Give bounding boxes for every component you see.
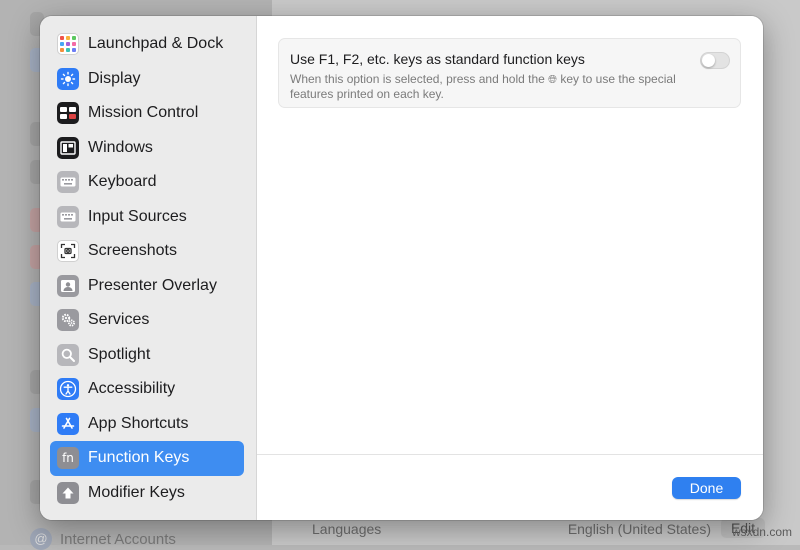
footer-divider: [257, 454, 763, 455]
accessibility-icon: [57, 378, 79, 401]
sidebar-item-label: Spotlight: [88, 345, 151, 363]
sidebar-item-label: Windows: [88, 138, 153, 156]
launchpad-icon: [57, 33, 79, 56]
option-description-part1: When this option is selected, press and …: [290, 72, 545, 86]
presenter-overlay-icon: [57, 274, 79, 297]
shortcuts-category-list: Launchpad & Dock Display Mission Control…: [50, 27, 244, 510]
languages-value: English (United States): [567, 521, 711, 537]
shortcuts-sidebar: Launchpad & Dock Display Mission Control…: [40, 16, 257, 520]
globe-icon: 🌐︎: [548, 73, 557, 86]
fn-key-icon: fn: [57, 447, 79, 470]
app-store-icon: [57, 412, 79, 435]
sidebar-item-spotlight[interactable]: Spotlight: [50, 338, 244, 373]
keyboard-shortcuts-sheet: Launchpad & Dock Display Mission Control…: [40, 16, 763, 520]
sidebar-item-accessibility[interactable]: Accessibility: [50, 372, 244, 407]
sidebar-item-label: Modifier Keys: [88, 483, 185, 501]
at-sign-icon: @: [30, 528, 52, 550]
sidebar-item-label: Display: [88, 69, 141, 87]
sidebar-item-display[interactable]: Display: [50, 62, 244, 97]
background-internet-accounts: @ Internet Accounts: [30, 528, 176, 550]
sidebar-item-label: Launchpad & Dock: [88, 35, 224, 53]
sidebar-item-label: Screenshots: [88, 242, 177, 260]
sidebar-item-label: App Shortcuts: [88, 414, 189, 432]
sidebar-item-label: Mission Control: [88, 104, 199, 122]
toggle-knob: [702, 54, 715, 67]
display-brightness-icon: [57, 67, 79, 90]
sidebar-item-launchpad-dock[interactable]: Launchpad & Dock: [50, 27, 244, 62]
screenshot-icon: [57, 240, 79, 263]
sidebar-item-function-keys[interactable]: fn Function Keys: [50, 441, 244, 476]
modifier-key-icon: [57, 481, 79, 504]
sidebar-item-input-sources[interactable]: Input Sources: [50, 200, 244, 235]
sidebar-item-label: Presenter Overlay: [88, 276, 217, 294]
sidebar-item-label: Accessibility: [88, 380, 176, 398]
sidebar-item-keyboard[interactable]: Keyboard: [50, 165, 244, 200]
background-languages-row: Languages English (United States) Edit: [300, 518, 765, 540]
sidebar-item-modifier-keys[interactable]: Modifier Keys: [50, 476, 244, 511]
done-button[interactable]: Done: [672, 477, 741, 499]
function-keys-panel: Use F1, F2, etc. keys as standard functi…: [257, 16, 763, 520]
magnifier-icon: [57, 343, 79, 366]
sidebar-item-label: Services: [88, 311, 150, 329]
sidebar-item-services[interactable]: Services: [50, 303, 244, 338]
sidebar-item-label: Keyboard: [88, 173, 157, 191]
sidebar-item-mission-control[interactable]: Mission Control: [50, 96, 244, 131]
sidebar-item-label: Function Keys: [88, 449, 190, 467]
option-title: Use F1, F2, etc. keys as standard functi…: [290, 51, 585, 67]
input-sources-icon: [57, 205, 79, 228]
keyboard-icon: [57, 171, 79, 194]
languages-label: Languages: [312, 521, 382, 537]
sidebar-item-presenter-overlay[interactable]: Presenter Overlay: [50, 269, 244, 304]
sidebar-item-screenshots[interactable]: Screenshots: [50, 234, 244, 269]
sidebar-item-label: Input Sources: [88, 207, 187, 225]
sidebar-item-windows[interactable]: Windows: [50, 131, 244, 166]
sidebar-item-app-shortcuts[interactable]: App Shortcuts: [50, 407, 244, 442]
mission-control-icon: [57, 102, 79, 125]
gears-icon: [57, 309, 79, 332]
function-keys-toggle[interactable]: [700, 52, 730, 69]
watermark: wsxdn.com: [731, 525, 792, 539]
function-keys-option-card: Use F1, F2, etc. keys as standard functi…: [278, 38, 741, 108]
option-description: When this option is selected, press and …: [290, 72, 680, 102]
windows-icon: [57, 136, 79, 159]
